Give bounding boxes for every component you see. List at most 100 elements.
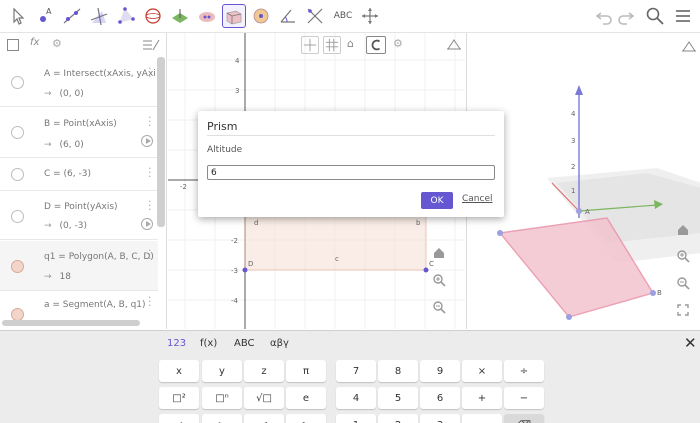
angle-tool-icon[interactable] xyxy=(276,4,300,28)
key-1-8[interactable]: − xyxy=(504,387,544,409)
algebra-row-A[interactable]: A = Intersect(xAxis, yAxis) → (0, 0) · · · xyxy=(0,59,158,107)
key-0-8[interactable]: ÷ xyxy=(504,360,544,382)
key-1-4[interactable]: 4 xyxy=(336,387,376,409)
key-2-1[interactable]: > xyxy=(202,414,242,423)
algebra-definition: D = Point(yAxis) xyxy=(44,202,118,212)
algebra-value: → (0, 0) xyxy=(44,89,84,99)
sphere-tool-icon[interactable] xyxy=(141,4,165,28)
key-2-8[interactable]: ⌫ xyxy=(504,414,544,423)
key-1-7[interactable]: + xyxy=(462,387,502,409)
key-2-4[interactable]: 1 xyxy=(336,414,376,423)
move-tool-icon[interactable] xyxy=(6,4,30,28)
tab-greek[interactable]: αβγ xyxy=(270,338,289,349)
zoom-out-icon[interactable] xyxy=(432,300,452,320)
zoom-in-icon[interactable] xyxy=(432,273,452,293)
point-3d xyxy=(566,314,572,320)
point-tool-icon[interactable]: A xyxy=(33,4,57,28)
zoom-out-icon[interactable] xyxy=(673,273,693,293)
visibility-toggle[interactable] xyxy=(11,260,24,273)
perpendicular-tool-icon[interactable] xyxy=(87,4,111,28)
line-tool-icon[interactable] xyxy=(60,4,84,28)
more-menu-icon[interactable]: · · · xyxy=(148,245,152,264)
key-0-5[interactable]: 8 xyxy=(378,360,418,382)
grid-toggle-icon[interactable] xyxy=(323,36,341,54)
axes-toggle-icon[interactable] xyxy=(301,36,319,54)
more-menu-icon[interactable]: · · · xyxy=(148,63,152,82)
fullscreen-icon[interactable] xyxy=(673,300,693,320)
algebra-input-icon[interactable] xyxy=(7,39,19,51)
visibility-toggle[interactable] xyxy=(11,76,24,89)
key-1-2[interactable]: √□ xyxy=(244,387,284,409)
home-icon[interactable] xyxy=(432,246,452,266)
more-menu-icon[interactable]: · · · xyxy=(148,163,152,182)
horizontal-scrollbar[interactable] xyxy=(2,320,140,326)
close-icon[interactable]: ✕ xyxy=(684,334,697,352)
key-0-1[interactable]: y xyxy=(202,360,242,382)
function-icon[interactable]: fx xyxy=(30,37,39,48)
key-1-6[interactable]: 6 xyxy=(420,387,460,409)
reflect-tool-icon[interactable] xyxy=(303,4,327,28)
redo-icon[interactable] xyxy=(614,4,638,28)
cylinder-tool-icon[interactable] xyxy=(249,4,273,28)
plane-tool-icon[interactable] xyxy=(168,4,192,28)
algebra-row-D[interactable]: D = Point(yAxis) → (0, -3) · · · xyxy=(0,192,158,240)
algebra-row-q1[interactable]: q1 = Polygon(A, B, C, D) → 18 · · · xyxy=(0,241,158,291)
ok-button[interactable]: OK xyxy=(421,192,453,209)
graphics-style-icon[interactable] xyxy=(681,38,697,52)
zoom-in-icon[interactable] xyxy=(673,246,693,266)
key-2-6[interactable]: 3 xyxy=(420,414,460,423)
visibility-toggle[interactable] xyxy=(11,126,24,139)
polygon-tool-icon[interactable] xyxy=(114,4,138,28)
view-menu-icon[interactable] xyxy=(142,37,160,51)
cancel-button[interactable]: Cancel xyxy=(462,194,493,204)
vertical-scrollbar[interactable] xyxy=(157,57,165,227)
menu-icon[interactable] xyxy=(671,4,695,28)
more-menu-icon[interactable]: · · · xyxy=(148,292,152,311)
home-icon[interactable] xyxy=(673,220,693,240)
tab-numbers[interactable]: 123 xyxy=(167,338,186,349)
point-capture-icon[interactable] xyxy=(366,36,386,54)
key-2-7[interactable]: = xyxy=(462,414,502,423)
altitude-input[interactable] xyxy=(207,165,495,180)
intersect-surfaces-icon[interactable] xyxy=(195,4,219,28)
y-tick: -2 xyxy=(231,237,238,245)
key-1-1[interactable]: □ⁿ xyxy=(202,387,242,409)
gear-icon[interactable]: ⚙ xyxy=(393,37,403,50)
visibility-toggle[interactable] xyxy=(11,168,24,181)
key-2-3[interactable]: ≥ xyxy=(286,414,326,423)
key-1-0[interactable]: □² xyxy=(159,387,199,409)
graphics-style-icon[interactable] xyxy=(446,37,462,51)
algebra-row-C[interactable]: C = (6, -3) · · · xyxy=(0,159,158,191)
key-0-7[interactable]: × xyxy=(462,360,502,382)
play-icon[interactable] xyxy=(141,218,153,230)
toolbar: A ABC xyxy=(0,0,700,33)
gear-icon[interactable]: ⚙ xyxy=(52,37,62,50)
y-tick: 4 xyxy=(235,57,240,65)
search-icon[interactable] xyxy=(643,4,667,28)
dialog-divider xyxy=(207,135,495,136)
point-D xyxy=(242,267,248,273)
key-1-3[interactable]: e xyxy=(286,387,326,409)
move-graphics-icon[interactable] xyxy=(358,4,382,28)
prism-tool-icon[interactable] xyxy=(222,4,246,28)
visibility-toggle[interactable] xyxy=(11,210,24,223)
algebra-row-B[interactable]: B = Point(xAxis) → (6, 0) · · · xyxy=(0,108,158,158)
more-menu-icon[interactable]: · · · xyxy=(148,112,152,131)
key-2-5[interactable]: 2 xyxy=(378,414,418,423)
key-0-4[interactable]: 7 xyxy=(336,360,376,382)
more-menu-icon[interactable]: · · · xyxy=(148,196,152,215)
key-0-3[interactable]: π xyxy=(286,360,326,382)
tab-functions[interactable]: f(x) xyxy=(200,338,217,349)
tab-letters[interactable]: ABC xyxy=(234,338,255,349)
play-icon[interactable] xyxy=(141,135,153,147)
key-0-0[interactable]: x xyxy=(159,360,199,382)
home-icon[interactable]: ⌂ xyxy=(347,37,354,50)
key-1-5[interactable]: 5 xyxy=(378,387,418,409)
text-tool-icon[interactable]: ABC xyxy=(331,4,355,28)
key-0-6[interactable]: 9 xyxy=(420,360,460,382)
undo-icon[interactable] xyxy=(592,4,616,28)
key-2-0[interactable]: < xyxy=(159,414,199,423)
z-tick: 1 xyxy=(571,187,575,195)
key-2-2[interactable]: ≤ xyxy=(244,414,284,423)
key-0-2[interactable]: z xyxy=(244,360,284,382)
